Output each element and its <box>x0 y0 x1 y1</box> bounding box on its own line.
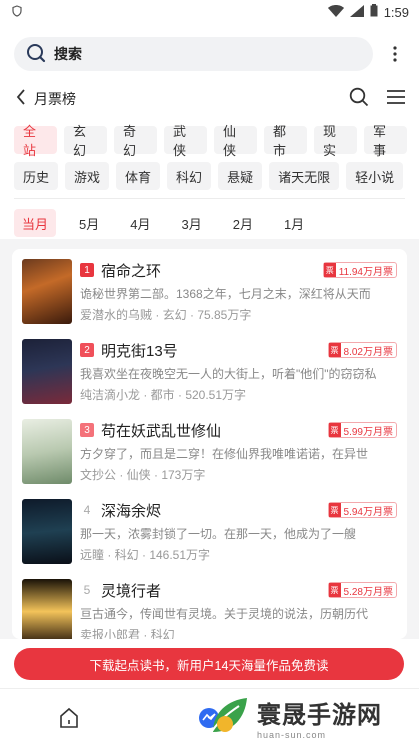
search-icon <box>26 43 46 66</box>
book-meta: 纯洁滴小龙 · 都市 · 520.51万字 <box>80 388 247 402</box>
category-chip[interactable]: 全站 <box>14 124 57 158</box>
category-chip[interactable]: 奇幻 <box>114 124 157 158</box>
book-meta: 文抄公 · 仙侠 · 173万字 <box>80 468 206 482</box>
month-tab[interactable]: 5月 <box>71 209 107 237</box>
ticket-icon: 票 <box>328 423 341 437</box>
book-cover-image[interactable] <box>22 339 72 404</box>
download-banner-button[interactable]: 下载起点读书，新用户14天海量作品免费读 <box>14 648 404 680</box>
more-options-icon[interactable] <box>383 39 407 69</box>
book-title[interactable]: 灵境行者 <box>101 580 328 601</box>
category-chip[interactable]: 都市 <box>264 124 307 158</box>
book-description: 我喜欢坐在夜晚空无一人的大街上，听着"他们"的窃窃私 <box>80 367 377 381</box>
book-description: 那一天，浓雾封锁了一切。在那一天，他成为了一艘 <box>80 527 357 541</box>
monthly-votes-badge: 票 5.99万月票 <box>327 422 397 438</box>
book-list-item[interactable]: 2 明克街13号票 8.02万月票我喜欢坐在夜晚空无一人的大街上，听着"他们"的窃窃… <box>22 339 397 419</box>
category-chip[interactable]: 科幻 <box>167 162 212 190</box>
page-title: 月票榜 <box>34 91 76 107</box>
book-meta: 远瞳 · 科幻 · 146.51万字 <box>80 548 211 562</box>
category-chip[interactable]: 轻小说 <box>346 162 404 190</box>
monthly-votes-badge: 票 11.94万月票 <box>322 262 397 278</box>
page-header: 月票榜 <box>0 76 419 122</box>
shield-icon <box>12 4 22 20</box>
month-tab[interactable]: 当月 <box>14 209 57 237</box>
category-chip[interactable]: 仙侠 <box>214 124 257 158</box>
book-meta: 卖报小郎君 · 科幻 <box>80 628 175 639</box>
status-bar: 1:59 <box>0 0 419 24</box>
category-chip[interactable]: 游戏 <box>65 162 110 190</box>
book-description: 诡秘世界第二部。1368之年，七月之末，深红将从天而 <box>80 287 371 301</box>
leaf-logo-icon <box>208 698 247 737</box>
ticket-icon: 票 <box>328 583 341 597</box>
clock-time: 1:59 <box>383 4 409 20</box>
book-list-item[interactable]: 4 深海余烬票 5.94万月票那一天，浓雾封锁了一切。在那一天，他成为了一艘 远瞳 ·… <box>22 499 397 579</box>
bottom-nav: 寰晟手游网 huan-sun.com <box>0 688 419 744</box>
month-filter: 当月 5月 4月 3月 2月 1月 <box>0 199 419 239</box>
category-chip[interactable]: 悬疑 <box>218 162 263 190</box>
book-title[interactable]: 明克街13号 <box>101 340 328 361</box>
book-list-item[interactable]: 5 灵境行者票 5.28万月票亘古通今，传闻世有灵境。关于灵境的说法，历朝历代 卖报小… <box>22 579 397 639</box>
home-icon[interactable] <box>58 707 80 734</box>
search-label: 搜索 <box>54 46 82 62</box>
book-title[interactable]: 苟在妖武乱世修仙 <box>101 420 328 441</box>
battery-icon <box>370 4 378 20</box>
book-cover-image[interactable] <box>22 259 72 324</box>
category-chip[interactable]: 体育 <box>116 162 161 190</box>
book-description: 方夕穿了，而且是二穿！在修仙界我唯唯诺诺，在异世 <box>80 447 369 461</box>
category-chip[interactable]: 现实 <box>314 124 357 158</box>
wifi-icon <box>327 4 344 20</box>
search-icon[interactable] <box>349 87 369 112</box>
category-chip[interactable]: 武侠 <box>164 124 207 158</box>
ticket-icon: 票 <box>328 343 341 357</box>
rank-badge: 4 <box>83 503 91 517</box>
month-tab[interactable]: 4月 <box>122 209 158 237</box>
category-chip[interactable]: 玄幻 <box>64 124 107 158</box>
book-list-item[interactable]: 1 宿命之环票 11.94万月票诡秘世界第二部。1368之年，七月之末，深红将从天而… <box>22 259 397 339</box>
book-cover-image[interactable] <box>22 419 72 484</box>
ticket-icon: 票 <box>328 503 341 517</box>
ticket-icon: 票 <box>323 263 336 277</box>
book-title[interactable]: 宿命之环 <box>101 260 323 281</box>
rank-badge: 2 <box>80 343 94 357</box>
menu-icon[interactable] <box>387 89 405 110</box>
book-cover-image[interactable] <box>22 579 72 639</box>
monthly-votes-badge: 票 5.28万月票 <box>327 582 397 598</box>
watermark-logo: 寰晟手游网 huan-sun.com <box>203 691 413 743</box>
search-input[interactable]: 搜索 <box>14 37 373 71</box>
signal-icon <box>349 4 364 20</box>
monthly-votes-badge: 票 5.94万月票 <box>327 502 397 518</box>
book-cover-image[interactable] <box>22 499 72 564</box>
rank-badge: 3 <box>80 423 94 437</box>
category-chip[interactable]: 历史 <box>14 162 59 190</box>
category-chip[interactable]: 军事 <box>364 124 407 158</box>
rank-badge: 5 <box>83 583 91 597</box>
book-list-item[interactable]: 3 苟在妖武乱世修仙票 5.99万月票方夕穿了，而且是二穿！在修仙界我唯唯诺诺，在异… <box>22 419 397 499</box>
month-tab[interactable]: 2月 <box>225 209 261 237</box>
book-description: 亘古通今，传闻世有灵境。关于灵境的说法，历朝历代 <box>80 607 369 621</box>
book-meta: 爱潜水的乌贼 · 玄幻 · 75.85万字 <box>80 308 252 322</box>
book-list: 1 宿命之环票 11.94万月票诡秘世界第二部。1368之年，七月之末，深红将从天而… <box>12 249 407 639</box>
watermark-url: huan-sun.com <box>257 729 327 740</box>
month-tab[interactable]: 1月 <box>276 209 312 237</box>
category-filter: 全站 玄幻 奇幻 武侠 仙侠 都市 现实 军事 历史 游戏 体育 科幻 悬疑 诸天无限 轻小说 <box>0 122 419 190</box>
rank-badge: 1 <box>80 263 94 277</box>
watermark-title: 寰晟手游网 <box>257 699 382 729</box>
monthly-votes-badge: 票 8.02万月票 <box>327 342 397 358</box>
back-icon[interactable] <box>16 88 26 110</box>
category-chip[interactable]: 诸天无限 <box>269 162 340 190</box>
book-title[interactable]: 深海余烬 <box>101 500 328 521</box>
month-tab[interactable]: 3月 <box>173 209 209 237</box>
